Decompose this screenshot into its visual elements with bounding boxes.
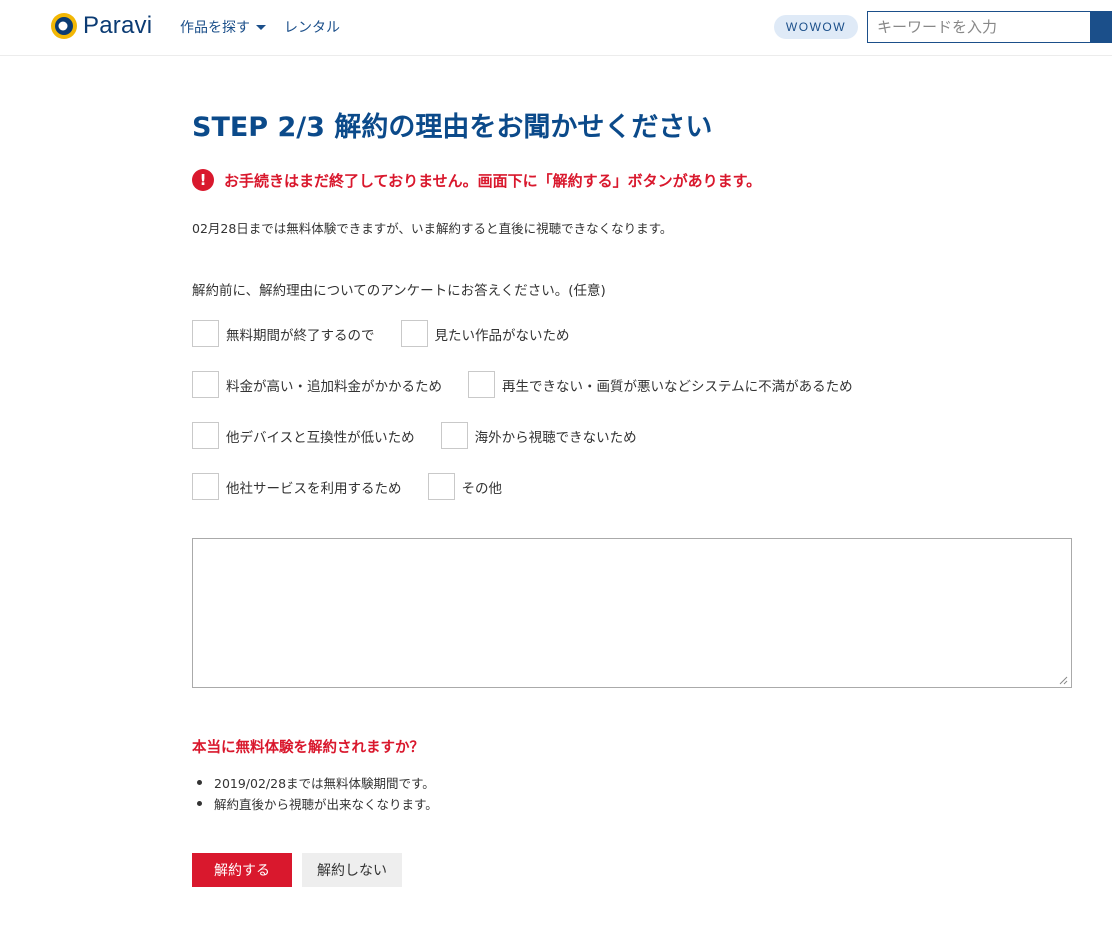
reason-checkbox[interactable]: 海外から視聴できないため: [440, 422, 637, 449]
cancel-subscription-button[interactable]: 解約する: [192, 853, 292, 887]
reason-label: その他: [461, 480, 503, 497]
reason-checkbox[interactable]: 見たい作品がないため: [400, 320, 570, 347]
reason-checkbox[interactable]: 無料期間が終了するので: [192, 320, 375, 347]
search-button[interactable]: [1090, 12, 1111, 42]
trial-note: 02月28日までは無料体験できますが、いま解約すると直後に視聴できなくなります。: [192, 221, 673, 236]
reason-label: 無料期間が終了するので: [226, 327, 375, 344]
main-nav: 作品を探す レンタル: [180, 17, 340, 37]
reason-checkbox[interactable]: 他社サービスを利用するため: [192, 473, 402, 500]
confirm-question: 本当に無料体験を解約されますか？: [192, 740, 424, 756]
exclamation-icon: !: [192, 169, 214, 191]
checkbox-box[interactable]: [192, 473, 219, 500]
checkbox-box[interactable]: [468, 371, 495, 398]
page-title: STEP 2/3 解約の理由をお聞かせください: [192, 112, 713, 143]
search-box: [867, 11, 1112, 43]
bullet-dot-icon: [197, 780, 202, 785]
checkbox-box[interactable]: [192, 371, 219, 398]
keep-subscription-button[interactable]: 解約しない: [302, 853, 402, 887]
reason-label: 再生できない・画質が悪いなどシステムに不満があるため: [502, 378, 853, 395]
notice-list: 2019/02/28までは無料体験期間です。 解約直後から視聴が出来なくなります…: [197, 772, 438, 814]
notice-text: 2019/02/28までは無料体験期間です。: [214, 776, 435, 791]
reason-checkbox[interactable]: その他: [427, 473, 503, 500]
nav-browse-titles[interactable]: 作品を探す: [180, 17, 266, 37]
reason-row: 無料期間が終了するので 見たい作品がないため: [192, 320, 570, 347]
checkbox-box[interactable]: [192, 320, 219, 347]
nav-rental[interactable]: レンタル: [284, 17, 340, 37]
checkbox-box[interactable]: [192, 422, 219, 449]
reason-label: 海外から視聴できないため: [474, 429, 637, 446]
reason-label: 料金が高い・追加料金がかかるため: [226, 378, 442, 395]
reason-row: 料金が高い・追加料金がかかるため 再生できない・画質が悪いなどシステムに不満があ…: [192, 371, 853, 398]
reason-checkbox[interactable]: 料金が高い・追加料金がかかるため: [192, 371, 442, 398]
reason-checkbox[interactable]: 他デバイスと互換性が低いため: [192, 422, 415, 449]
notice-text: 解約直後から視聴が出来なくなります。: [214, 797, 438, 812]
checkbox-box[interactable]: [427, 473, 455, 500]
reason-label: 他社サービスを利用するため: [226, 480, 402, 497]
bullet-dot-icon: [197, 801, 202, 806]
alert-text: お手続きはまだ終了しておりません。画面下に「解約する」ボタンがあります。: [224, 171, 762, 190]
reason-checkbox[interactable]: 再生できない・画質が悪いなどシステムに不満があるため: [468, 371, 853, 398]
paravi-logo-icon: [51, 13, 77, 39]
wowow-label: WOWOW: [785, 20, 847, 34]
checkbox-box[interactable]: [400, 320, 428, 347]
site-header: Paravi 作品を探す レンタル WOWOW: [0, 0, 1112, 56]
wowow-badge[interactable]: WOWOW: [774, 15, 858, 39]
list-item: 解約直後から視聴が出来なくなります。: [197, 793, 438, 814]
resize-grip-icon[interactable]: [1058, 675, 1068, 685]
reason-row: 他社サービスを利用するため その他: [192, 473, 502, 500]
list-item: 2019/02/28までは無料体験期間です。: [197, 772, 438, 793]
search-input[interactable]: [868, 12, 1091, 42]
logo-text: Paravi: [83, 12, 153, 39]
paravi-logo[interactable]: Paravi: [50, 11, 152, 41]
alert-message: ! お手続きはまだ終了しておりません。画面下に「解約する」ボタンがあります。: [192, 169, 761, 191]
reason-label: 見たい作品がないため: [434, 327, 570, 344]
nav-browse-label: 作品を探す: [180, 20, 250, 36]
reason-row: 他デバイスと互換性が低いため 海外から視聴できないため: [192, 422, 637, 449]
chevron-down-icon: [256, 24, 266, 30]
comment-textarea[interactable]: [192, 538, 1072, 688]
checkbox-box[interactable]: [440, 422, 468, 449]
reason-label: 他デバイスと互換性が低いため: [226, 429, 415, 446]
survey-intro: 解約前に、解約理由についてのアンケートにお答えください。(任意): [192, 283, 606, 299]
nav-rental-label: レンタル: [284, 20, 340, 36]
